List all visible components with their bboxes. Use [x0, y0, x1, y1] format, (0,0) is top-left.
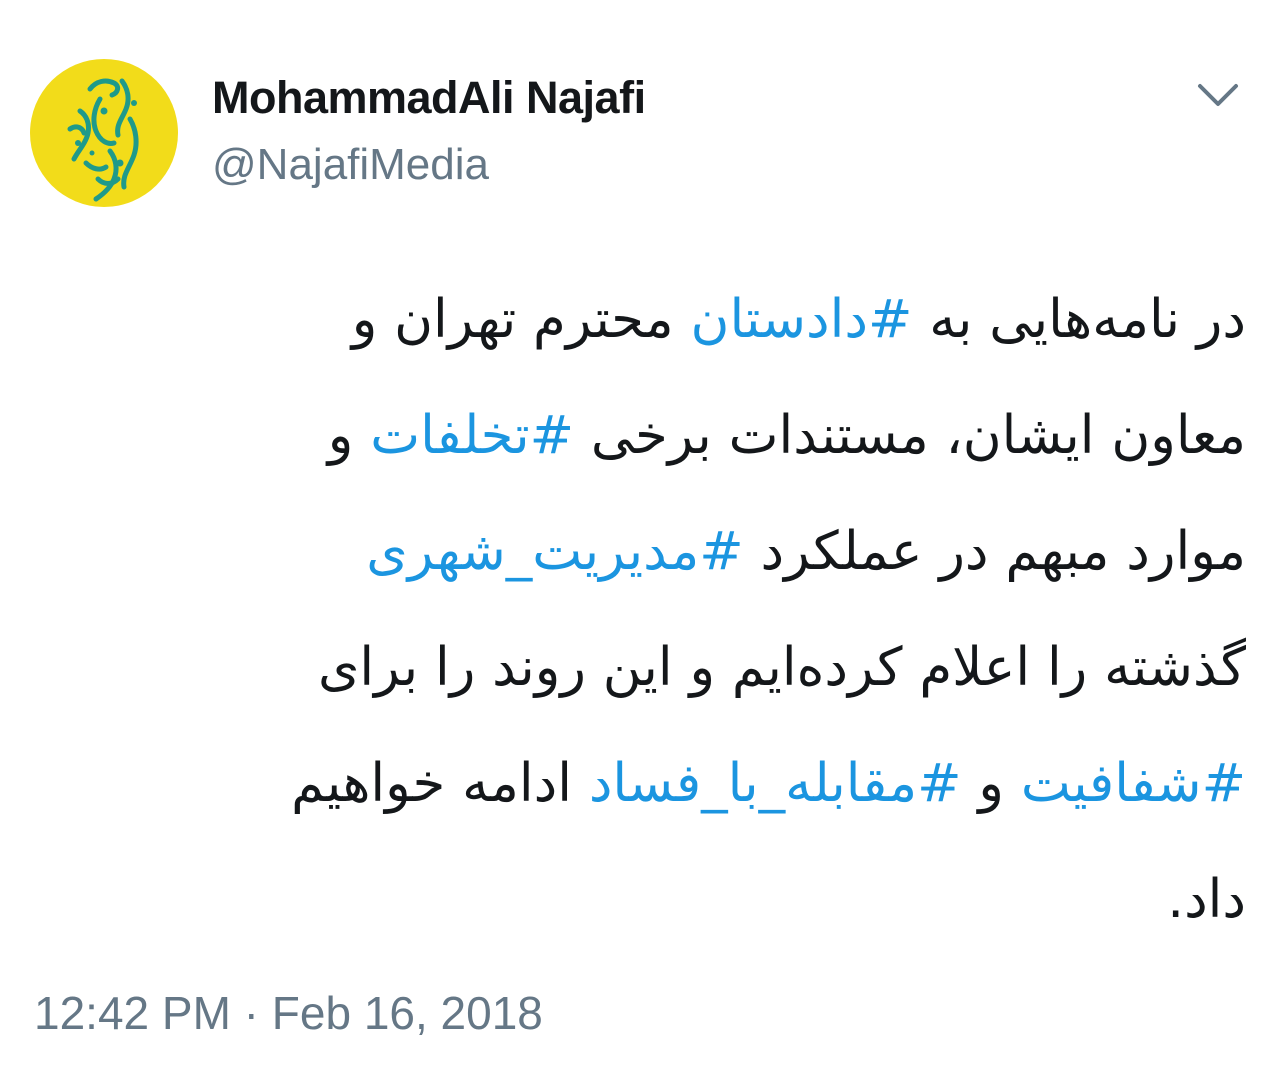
tweet-text-line: داد. [66, 842, 1246, 958]
user-display-name[interactable]: MohammadAli Najafi [212, 72, 646, 124]
tweet-menu-button[interactable] [1192, 76, 1244, 116]
hashtag-link[interactable]: #تخلفات [370, 405, 574, 466]
user-handle[interactable]: @NajafiMedia [212, 140, 489, 190]
tweet-timestamp[interactable]: 12:42 PM · Feb 16, 2018 [34, 986, 543, 1040]
tweet-text-segment: موارد مبهم در عملکرد [743, 521, 1246, 582]
hashtag-link[interactable]: #مدیریت_شهری [366, 521, 743, 582]
tweet-text-segment: و [961, 753, 1021, 814]
tweet-text-segment: گذشته را اعلام کرده‌ایم و این روند را بر… [317, 637, 1246, 698]
chevron-down-icon [1198, 84, 1238, 106]
user-avatar[interactable] [30, 59, 178, 207]
hashtag-link[interactable]: #شفافیت [1021, 753, 1246, 814]
tweet-text-segment: معاون ایشان، مستندات برخی [574, 405, 1246, 466]
tweet-text-line: در نامه‌هایی به #دادستان محترم تهران و [66, 262, 1246, 378]
tweet-text: در نامه‌هایی به #دادستان محترم تهران و مع… [66, 262, 1246, 958]
tweet-text-line: موارد مبهم در عملکرد #مدیریت_شهری [66, 494, 1246, 610]
timestamp-link[interactable]: 12:42 PM · Feb 16, 2018 [34, 987, 543, 1039]
tweet-text-segment: در نامه‌هایی به [912, 289, 1246, 350]
tweet-text-segment: داد. [1167, 869, 1246, 930]
tweet-text-line: #شفافیت و #مقابله_با_فساد ادامه خواهیم [66, 726, 1246, 842]
tweet-text-segment: ادامه خواهیم [291, 753, 589, 814]
tweet-text-segment: و [327, 405, 371, 466]
tweet-text-line: گذشته را اعلام کرده‌ایم و این روند را بر… [66, 610, 1246, 726]
avatar-calligraphy-logo [67, 78, 139, 202]
tweet-text-segment: محترم تهران و [351, 289, 691, 350]
tweet-card: MohammadAli Najafi @NajafiMedia در نامه‌… [0, 0, 1280, 1065]
tweet-text-line: معاون ایشان، مستندات برخی #تخلفات و [66, 378, 1246, 494]
hashtag-link[interactable]: #مقابله_با_فساد [589, 753, 962, 814]
hashtag-link[interactable]: #دادستان [691, 289, 913, 350]
